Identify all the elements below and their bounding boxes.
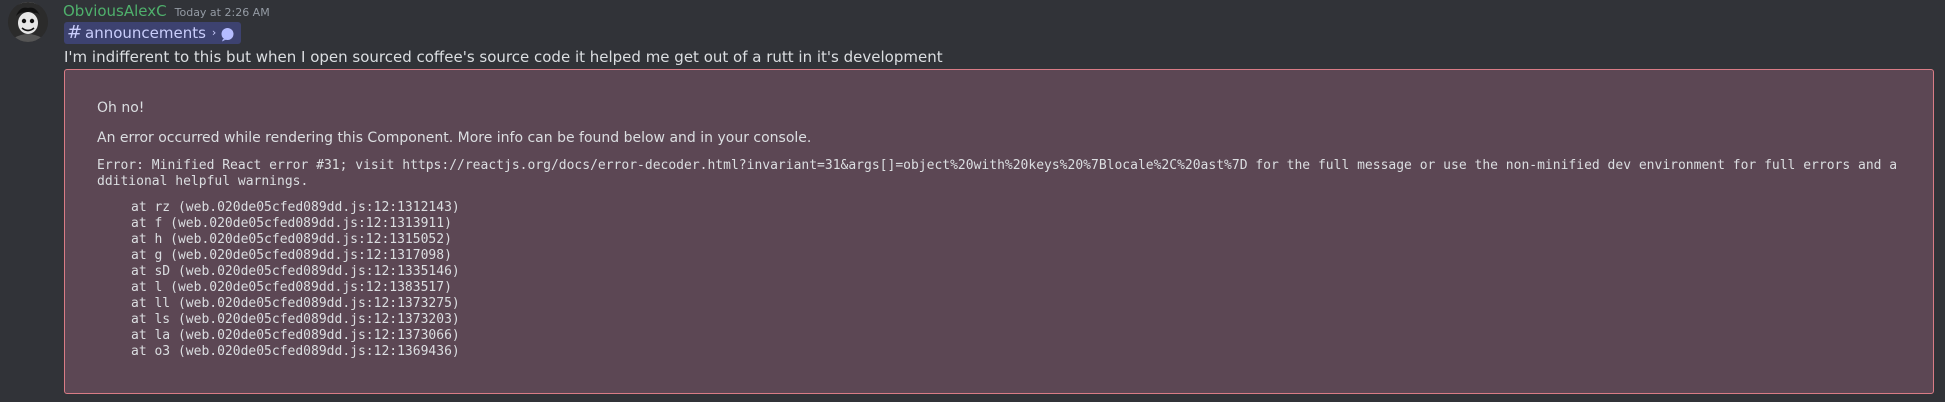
- hash-icon: #: [67, 22, 83, 43]
- stack-line: at ls (web.020de05cfed089dd.js:12:137320…: [131, 312, 460, 327]
- stack-line: at sD (web.020de05cfed089dd.js:12:133514…: [131, 264, 460, 279]
- stack-line: at l (web.020de05cfed089dd.js:12:1383517…: [131, 280, 452, 295]
- message-content: I'm indifferent to this but when I open …: [64, 48, 943, 66]
- chevron-right-icon: ›: [211, 26, 217, 39]
- error-stack-trace: at rz (web.020de05cfed089dd.js:12:131214…: [97, 200, 1903, 360]
- stack-line: at g (web.020de05cfed089dd.js:12:1317098…: [131, 248, 452, 263]
- stack-line: at ll (web.020de05cfed089dd.js:12:137327…: [131, 296, 460, 311]
- stack-line: at la (web.020de05cfed089dd.js:12:137306…: [131, 328, 460, 343]
- error-description: An error occurred while rendering this C…: [97, 130, 812, 146]
- error-title: Oh no!: [97, 100, 145, 116]
- stack-line: at rz (web.020de05cfed089dd.js:12:131214…: [131, 200, 460, 215]
- timestamp[interactable]: Today at 2:26 AM: [175, 3, 270, 23]
- stack-line: at f (web.020de05cfed089dd.js:12:1313911…: [131, 216, 452, 231]
- stack-line: at o3 (web.020de05cfed089dd.js:12:136943…: [131, 344, 460, 359]
- error-message: Error: Minified React error #31; visit h…: [97, 158, 1898, 189]
- channel-mention[interactable]: # announcements ›: [64, 22, 242, 44]
- message-header: ObviousAlexC Today at 2:26 AM: [63, 1, 270, 21]
- stack-line: at h (web.020de05cfed089dd.js:12:1315052…: [131, 232, 452, 247]
- username[interactable]: ObviousAlexC: [63, 1, 167, 21]
- channel-mention-label: announcements: [85, 24, 206, 42]
- chat-message: ObviousAlexC Today at 2:26 AM # announce…: [0, 0, 1945, 402]
- avatar-image-icon: [8, 2, 48, 42]
- error-boundary-box: Oh no! An error occurred while rendering…: [64, 69, 1934, 394]
- avatar[interactable]: [8, 2, 48, 42]
- chat-bubble-icon: [220, 26, 235, 41]
